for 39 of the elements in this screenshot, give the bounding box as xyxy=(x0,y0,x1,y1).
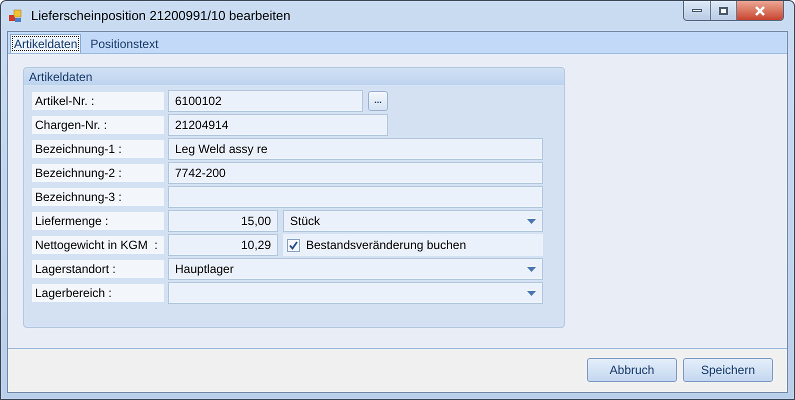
maximize-icon xyxy=(719,6,728,14)
checkbox[interactable] xyxy=(287,238,300,252)
close-icon xyxy=(754,6,766,16)
field-label: Lagerstandort : xyxy=(32,260,164,278)
input-field[interactable]: 6100102 xyxy=(168,90,363,112)
amount-field[interactable]: 15,00 xyxy=(168,210,278,232)
dropdown-caret-icon xyxy=(527,266,536,272)
check-icon xyxy=(289,240,298,250)
field-label: Bezeichnung-2 : xyxy=(32,164,164,182)
minimize-icon xyxy=(692,9,702,12)
close-button[interactable] xyxy=(737,1,783,20)
dropdown-caret-icon xyxy=(527,290,536,296)
tab[interactable]: Positionstext xyxy=(81,35,168,53)
tab[interactable]: Artikeldaten xyxy=(10,34,82,53)
input-field[interactable] xyxy=(168,186,543,208)
checkbox-label: Bestandsveränderung buchen xyxy=(306,237,466,254)
dropdown-field[interactable]: Stück xyxy=(283,210,543,232)
field-label: Nettogewicht in KGM : xyxy=(32,236,164,254)
window-title: Lieferscheinposition 21200991/10 bearbeiten xyxy=(31,7,290,26)
field-label: Bezeichnung-1 : xyxy=(32,140,164,158)
dialog-button[interactable]: Speichern xyxy=(683,358,773,382)
dropdown-field[interactable] xyxy=(168,282,543,304)
maximize-button[interactable] xyxy=(711,1,737,20)
amount-field[interactable]: 10,29 xyxy=(168,234,278,256)
field-label: Chargen-Nr. : xyxy=(32,116,164,134)
dropdown-caret-icon xyxy=(527,218,536,224)
dropdown-field[interactable]: Hauptlager xyxy=(168,258,543,280)
input-field[interactable]: 7742-200 xyxy=(168,162,543,184)
field-label: Liefermenge : xyxy=(32,212,164,230)
minimize-button[interactable] xyxy=(684,1,711,20)
input-field[interactable]: Leg Weld assy re xyxy=(168,138,543,160)
field-label: Bezeichnung-3 : xyxy=(32,188,164,206)
app-icon xyxy=(9,9,23,23)
dialog-button[interactable]: Abbruch xyxy=(587,358,677,382)
group-header: Artikeldaten xyxy=(24,68,564,85)
input-field[interactable]: 21204914 xyxy=(168,114,388,136)
browse-button[interactable]: ... xyxy=(368,91,388,111)
field-label: Artikel-Nr. : xyxy=(32,92,164,110)
field-label: Lagerbereich : xyxy=(32,284,164,302)
